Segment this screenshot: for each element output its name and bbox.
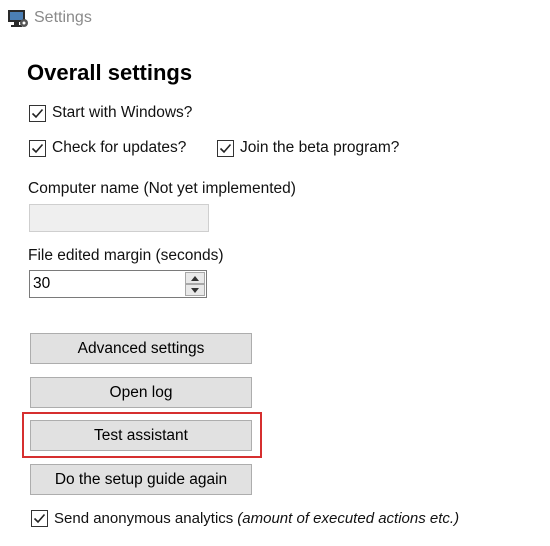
join-beta-label: Join the beta program?	[240, 139, 400, 156]
file-margin-label: File edited margin (seconds)	[28, 247, 224, 264]
check-updates-option[interactable]: Check for updates?	[29, 139, 186, 157]
setup-guide-button[interactable]: Do the setup guide again	[30, 464, 252, 495]
start-with-windows-checkbox[interactable]	[29, 104, 46, 122]
increment-button[interactable]	[185, 272, 205, 284]
computer-name-label: Computer name (Not yet implemented)	[28, 180, 296, 197]
checkmark-icon	[31, 108, 44, 118]
join-beta-option[interactable]: Join the beta program?	[217, 139, 399, 157]
file-margin-value[interactable]: 30	[33, 275, 50, 293]
test-assistant-button[interactable]: Test assistant	[30, 420, 252, 451]
section-heading: Overall settings	[27, 60, 193, 85]
check-updates-checkbox[interactable]	[29, 139, 46, 157]
advanced-settings-button[interactable]: Advanced settings	[30, 333, 252, 364]
analytics-option[interactable]: Send anonymous analytics (amount of exec…	[31, 510, 459, 527]
spin-buttons	[185, 272, 205, 296]
analytics-label: Send anonymous analytics	[54, 510, 234, 527]
checkmark-icon	[31, 143, 44, 153]
analytics-checkbox[interactable]	[31, 510, 48, 527]
join-beta-checkbox[interactable]	[217, 139, 234, 157]
file-margin-stepper[interactable]: 30	[29, 270, 207, 298]
title-bar: Settings	[0, 0, 550, 38]
open-log-button[interactable]: Open log	[30, 377, 252, 408]
analytics-note: (amount of executed actions etc.)	[237, 510, 460, 527]
computer-name-field	[29, 204, 209, 232]
checkmark-icon	[33, 513, 46, 524]
checkmark-icon	[219, 143, 232, 153]
decrement-button[interactable]	[185, 284, 205, 296]
settings-app-icon	[7, 9, 29, 29]
window-title: Settings	[34, 9, 92, 26]
chevron-up-icon	[191, 276, 199, 281]
chevron-down-icon	[191, 288, 199, 293]
start-with-windows-label: Start with Windows?	[52, 104, 193, 121]
check-updates-label: Check for updates?	[52, 139, 187, 156]
start-with-windows-option[interactable]: Start with Windows?	[29, 104, 192, 122]
